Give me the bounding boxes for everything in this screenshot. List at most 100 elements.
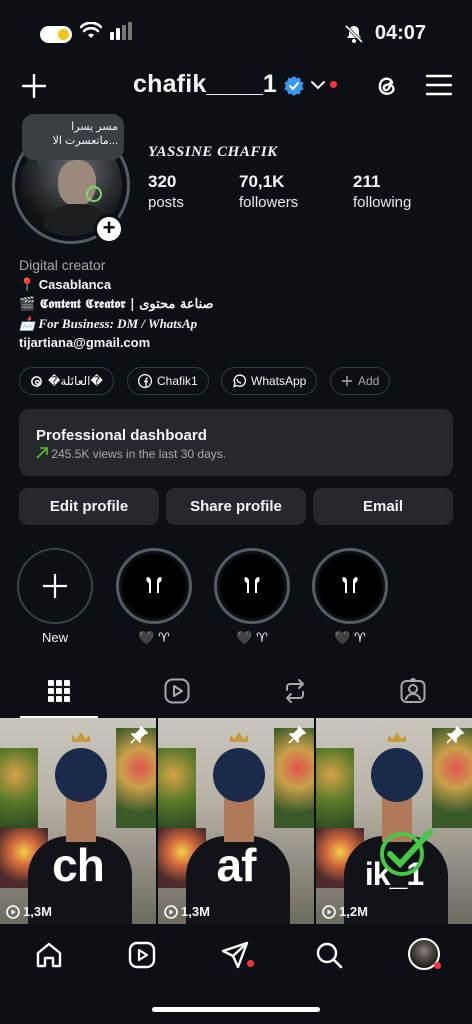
share-profile-button[interactable]: Share profile [166,488,306,525]
threads-icon[interactable] [372,72,400,100]
chip-threads[interactable]: �العائلة� [19,367,114,395]
highlight-item[interactable]: 🖤 ♈ [214,548,290,646]
following-count: 211 [353,172,381,191]
profile-note-bubble[interactable]: مسر يسرا ماتعسرت الا... [22,114,124,166]
chip-whatsapp-label: WhatsApp [251,374,307,388]
followers-count: 70,1K [239,172,285,191]
grid-icon [48,680,70,702]
create-plus-icon[interactable] [22,74,46,98]
account-notification-dot [330,81,337,88]
tab-reposts[interactable] [236,664,354,718]
following-stat[interactable]: 211 following [353,172,411,211]
chip-facebook-label: Chafik1 [157,374,198,388]
highlight-label: 🖤 ♈ [138,630,170,645]
display-name: YASSINE CHAFIK [148,144,278,160]
profile-header: chafik____1 [0,64,472,108]
bio-line-location: 📍 Casablanca [19,277,112,292]
add-story-plus-icon[interactable]: + [94,214,124,244]
wifi-icon [80,22,102,38]
airpods-icon [146,577,162,593]
status-time: 04:07 [374,22,426,44]
followers-stat[interactable]: 70,1K followers [239,172,298,211]
tab-tagged[interactable] [354,664,472,718]
bio-line-creator: 🎬 𝕮𝖔𝖓𝖙𝖊𝖓𝖙 𝕮𝖗𝖊𝖆𝖙𝖔𝖗 | صناعة محتوى [19,297,214,312]
post-views: 1,2M [322,904,368,919]
following-label: following [353,194,412,211]
nav-search[interactable] [314,940,344,970]
reels-icon [128,941,156,969]
category-label: Digital creator [19,257,106,273]
profile-bio: Digital creator 📍 Casablanca 🎬 𝕮𝖔𝖓𝖙𝖊𝖓𝖙 𝕮… [19,256,214,352]
dynamic-island-indicator [40,26,72,43]
highlight-new[interactable]: New [17,548,93,645]
plus-icon [342,376,352,386]
highlight-label: 🖤 ♈ [236,630,268,645]
chevron-down-icon[interactable] [311,80,325,90]
status-bar: 04:07 [0,0,472,68]
airpods-icon [244,577,260,593]
whatsapp-icon [232,374,246,388]
profile-content-tabs [0,664,472,718]
email-button[interactable]: Email [313,488,453,525]
chip-whatsapp[interactable]: WhatsApp [221,367,318,395]
posts-stat[interactable]: 320 posts [148,172,184,211]
tab-reels[interactable] [118,664,236,718]
repost-icon [286,679,304,703]
post-views: 1,3M [6,904,52,919]
tagged-person-icon [400,678,426,703]
username-title[interactable]: chafik____1 [133,70,277,99]
highlight-item[interactable]: 🖤 ♈ [116,548,192,646]
grid-post-reel[interactable]: ch 1,3M [0,718,156,924]
pinned-icon [130,726,148,744]
reels-icon [164,678,190,704]
search-icon [316,942,343,969]
home-indicator[interactable] [152,1007,320,1012]
trend-up-arrow-icon [36,447,48,459]
grid-post-reel[interactable]: af 1,3M [158,718,314,924]
messages-notification-dot [247,960,254,967]
post-overlay-text: ch [52,839,105,891]
post-overlay-text: af [216,839,257,891]
verified-badge-icon [284,76,304,96]
highlight-label: New [41,630,68,645]
professional-dashboard[interactable]: Professional dashboard 245.5K views in t… [19,409,453,476]
bio-email-link[interactable]: tijartiana@gmail.com [19,333,214,352]
posts-count: 320 [148,172,177,191]
followers-label: followers [239,194,299,211]
chip-threads-label: �العائلة� [48,374,103,388]
play-views-icon [6,904,20,919]
highlight-new-circle [17,548,93,624]
home-icon [36,942,62,968]
posts-grid: ch 1,3M af 1,3M ik_1 1,2M [0,718,472,924]
send-paper-plane-icon [221,941,249,969]
play-views-icon [322,904,336,919]
airpods-icon [342,577,358,593]
profile-notification-dot [434,962,441,969]
chip-add-label: Add [358,374,380,388]
highlight-label: 🖤 ♈ [334,630,366,645]
silent-bell-icon [344,24,364,44]
plus-icon [43,574,67,598]
highlight-item[interactable]: 🖤 ♈ [312,548,388,646]
tab-posts-grid[interactable] [0,664,118,718]
dashboard-title: Professional dashboard [36,427,207,444]
checkmark-badge-icon [380,829,433,876]
dashboard-subtitle: 245.5K views in the last 30 days. [36,447,436,461]
nav-direct-messages[interactable] [220,940,250,970]
chip-add-link[interactable]: Add [330,367,391,395]
chip-facebook[interactable]: Chafik1 [127,367,209,395]
pinned-icon [446,726,464,744]
nav-reels[interactable] [127,940,157,970]
play-views-icon [164,904,178,919]
bio-line-business: 📩 For Business: DM / WhatsAp [19,316,198,331]
threads-icon [31,375,42,387]
nav-home[interactable] [34,940,64,970]
note-text: مسر يسرا ماتعسرت الا... [52,121,118,147]
signal-icon [110,22,132,40]
menu-hamburger-icon[interactable] [426,74,452,96]
pinned-icon [288,726,306,744]
edit-profile-button[interactable]: Edit profile [19,488,159,525]
post-views: 1,3M [164,904,210,919]
grid-post-reel[interactable]: ik_1 1,2M [316,718,472,924]
posts-label: posts [148,194,184,211]
